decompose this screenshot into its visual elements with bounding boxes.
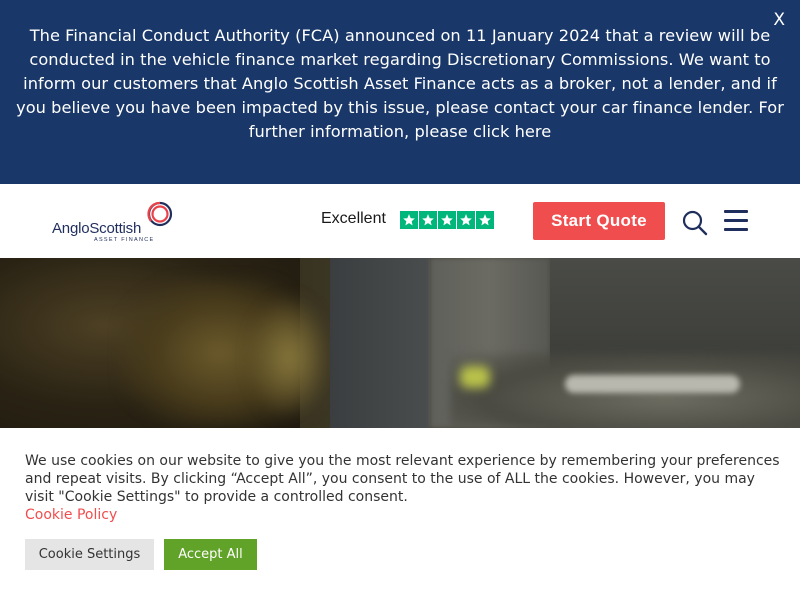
accept-all-cookies-button[interactable]: Accept All	[164, 539, 257, 570]
trustpilot-star-icon	[457, 211, 475, 229]
start-quote-button[interactable]: Start Quote	[533, 202, 665, 240]
logo-rings-icon	[147, 201, 173, 227]
trustpilot-rating-label: Excellent	[321, 210, 386, 227]
trustpilot-star-icon	[400, 211, 418, 229]
fca-announcement-text[interactable]: The Financial Conduct Authority (FCA) an…	[16, 24, 784, 144]
anglo-scottish-logo[interactable]: AngloScottish ASSET FINANCE	[50, 200, 176, 243]
hero-image	[0, 258, 800, 428]
search-icon[interactable]	[682, 210, 708, 236]
banner-close-button[interactable]: X	[773, 10, 785, 30]
trustpilot-star-icon	[438, 211, 456, 229]
cookie-consent-bar: We use cookies on our website to give yo…	[0, 428, 800, 600]
cookie-policy-link[interactable]: Cookie Policy	[25, 506, 785, 524]
cookie-message-text: We use cookies on our website to give yo…	[25, 453, 780, 505]
logo-wordmark: AngloScottish	[52, 220, 142, 237]
hamburger-menu-icon[interactable]	[724, 210, 748, 231]
trustpilot-star-icon	[476, 211, 494, 229]
trustpilot-star-icon	[419, 211, 437, 229]
fca-announcement-banner: The Financial Conduct Authority (FCA) an…	[0, 0, 800, 184]
site-header: AngloScottish ASSET FINANCE Excellent St…	[0, 184, 800, 258]
logo-tagline: ASSET FINANCE	[94, 237, 155, 243]
trustpilot-stars	[400, 211, 494, 229]
cookie-settings-button[interactable]: Cookie Settings	[25, 539, 154, 570]
cookie-message: We use cookies on our website to give yo…	[25, 452, 785, 524]
